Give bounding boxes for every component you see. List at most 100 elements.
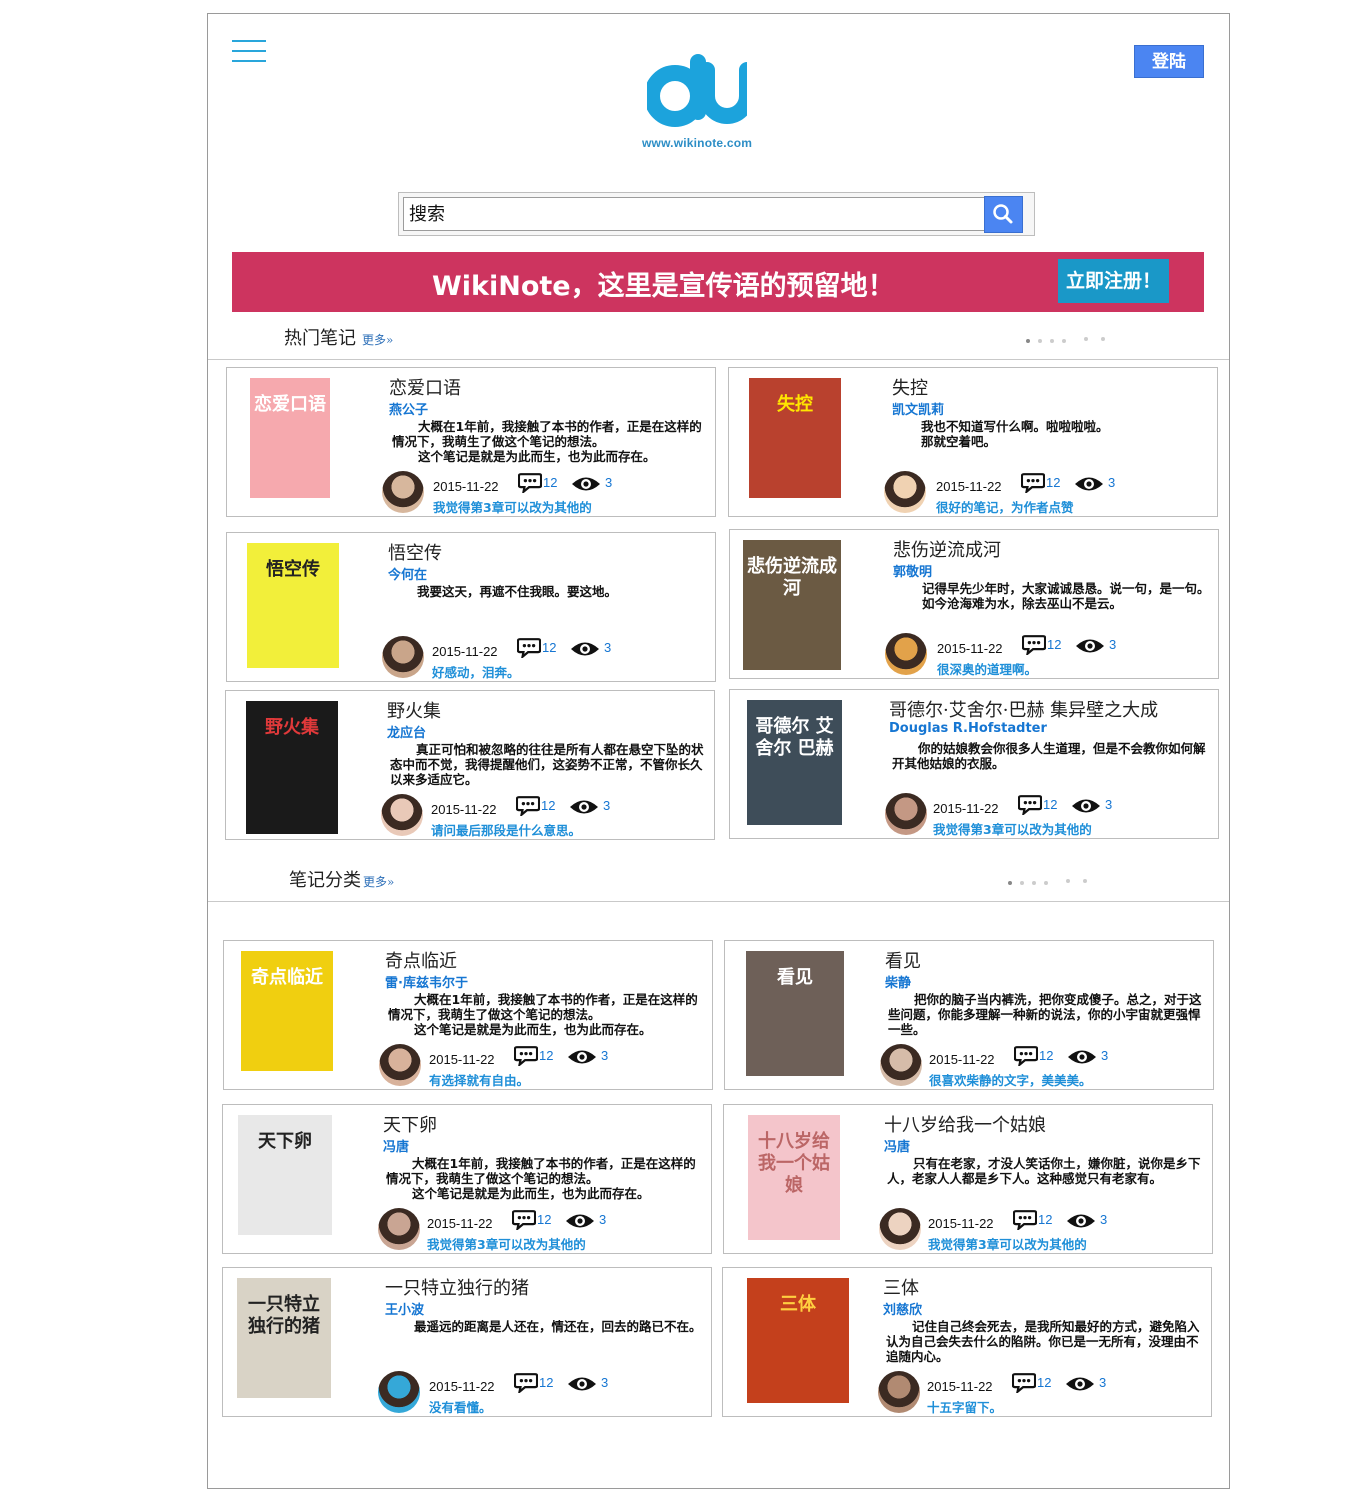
note-title[interactable]: 野火集 [387, 697, 441, 723]
latest-comment[interactable]: 有选择就有自由。 [429, 1070, 529, 1089]
hot-notes-more-link[interactable]: 更多» [362, 333, 393, 347]
logo-url[interactable]: www.wikinote.com [642, 136, 752, 150]
comment-icon[interactable] [1014, 1045, 1038, 1066]
register-button[interactable]: 立即注册！ [1058, 259, 1169, 303]
pager-dot[interactable] [1020, 881, 1024, 885]
note-card[interactable]: 十八岁给我一个姑娘 十八岁给我一个姑娘 冯唐 只有在老家，才没人笑话你土，嫌你脏，说你… [723, 1104, 1213, 1254]
comment-icon[interactable] [517, 637, 541, 658]
pager-dot[interactable] [1008, 881, 1012, 885]
note-title[interactable]: 奇点临近 [385, 947, 457, 973]
logo[interactable]: www.wikinote.com [642, 52, 755, 162]
comment-icon[interactable] [514, 1045, 538, 1066]
note-author[interactable]: Douglas R.Hofstadter [889, 721, 1047, 736]
comment-icon[interactable] [1021, 472, 1045, 493]
user-avatar[interactable] [382, 471, 424, 513]
book-cover-image[interactable]: 看见 [746, 951, 844, 1076]
note-author[interactable]: 雷·库兹韦尔于 [385, 972, 468, 991]
note-author[interactable]: 龙应台 [387, 722, 426, 741]
latest-comment[interactable]: 没有看懂。 [429, 1397, 492, 1416]
latest-comment[interactable]: 很喜欢柴静的文字，美美美。 [929, 1070, 1092, 1089]
next-arrow-icon[interactable]: › [1101, 336, 1106, 353]
book-cover-image[interactable]: 一只特立独行的猪 [237, 1278, 331, 1398]
note-title[interactable]: 哥德尔·艾舍尔·巴赫 集异壁之大成 [889, 696, 1158, 722]
comment-icon[interactable] [518, 472, 542, 493]
search-button[interactable] [984, 196, 1023, 233]
note-card[interactable]: 奇点临近 奇点临近 雷·库兹韦尔于 大概在1年前，我接触了本书的作者，正是在这样的情况… [223, 940, 713, 1090]
book-cover-image[interactable]: 悟空传 [247, 543, 339, 668]
note-card[interactable]: 野火集 野火集 龙应台 真正可怕和被忽略的往往是所有人都在悬空下坠的状态中而不觉，我得… [225, 690, 715, 840]
note-author[interactable]: 王小波 [385, 1299, 424, 1318]
book-cover-image[interactable]: 十八岁给我一个姑娘 [748, 1115, 840, 1240]
user-avatar[interactable] [879, 1208, 921, 1250]
pager-dot[interactable] [1032, 881, 1036, 885]
book-cover-image[interactable]: 三体 [747, 1278, 849, 1403]
note-author[interactable]: 冯唐 [383, 1136, 409, 1155]
prev-arrow-icon[interactable]: ‹ [1084, 336, 1089, 353]
note-card[interactable]: 哥德尔 艾舍尔 巴赫 哥德尔·艾舍尔·巴赫 集异壁之大成 Douglas R.Hof… [729, 689, 1219, 839]
pager-dot[interactable] [1050, 339, 1054, 343]
note-card[interactable]: 恋爱口语 恋爱口语 燕公子 大概在1年前，我接触了本书的作者，正是在这样的情况下，我萌… [226, 367, 716, 517]
note-author[interactable]: 凯文凯莉 [892, 399, 944, 418]
user-avatar[interactable] [878, 1371, 920, 1413]
note-card[interactable]: 天下卵 天下卵 冯唐 大概在1年前，我接触了本书的作者，正是在这样的情况下，我萌生了做… [222, 1104, 712, 1254]
note-author[interactable]: 柴静 [885, 972, 911, 991]
note-card[interactable]: 失控 失控 凯文凯莉 我也不知道写什么啊。啦啦啦啦。 那就空着吧。 2015-11-22 1… [728, 367, 1218, 517]
latest-comment[interactable]: 我觉得第3章可以改为其他的 [933, 819, 1092, 838]
user-avatar[interactable] [381, 794, 423, 836]
pager-dot[interactable] [1038, 339, 1042, 343]
note-card[interactable]: 看见 看见 柴静 把你的脑子当内裤洗，把你变成傻子。总之，对于这些问题，你能多理解一种… [724, 940, 1214, 1090]
note-card[interactable]: 悟空传 悟空传 今何在 我要这天，再遮不住我眼。要这地。 2015-11-22 12 3 好感… [226, 532, 716, 682]
comment-icon[interactable] [1012, 1372, 1036, 1393]
note-author[interactable]: 今何在 [388, 564, 427, 583]
next-arrow-icon[interactable]: › [1083, 878, 1088, 895]
prev-arrow-icon[interactable]: ‹ [1066, 878, 1071, 895]
note-author[interactable]: 冯唐 [884, 1136, 910, 1155]
comment-icon[interactable] [1022, 634, 1046, 655]
note-title[interactable]: 十八岁给我一个姑娘 [884, 1111, 1046, 1137]
note-author[interactable]: 刘慈欣 [883, 1299, 922, 1318]
hamburger-menu-icon[interactable] [232, 38, 266, 64]
pager-dot[interactable] [1044, 881, 1048, 885]
latest-comment[interactable]: 请问最后那段是什么意思。 [431, 820, 581, 839]
book-cover-image[interactable]: 天下卵 [238, 1115, 332, 1235]
note-title[interactable]: 一只特立独行的猪 [385, 1274, 529, 1300]
latest-comment[interactable]: 十五字留下。 [927, 1397, 1002, 1416]
note-card[interactable]: 悲伤逆流成河 悲伤逆流成河 郭敬明 记得早先少年时，大家诚诚恳恳。说一句，是一句。 如今… [729, 529, 1219, 679]
book-cover-image[interactable]: 哥德尔 艾舍尔 巴赫 [747, 700, 842, 825]
search-input[interactable] [403, 197, 985, 231]
note-title[interactable]: 悟空传 [388, 539, 442, 565]
user-avatar[interactable] [378, 1371, 420, 1413]
comment-icon[interactable] [1013, 1209, 1037, 1230]
note-author[interactable]: 燕公子 [389, 399, 428, 418]
book-cover-image[interactable]: 野火集 [246, 701, 338, 834]
comment-icon[interactable] [514, 1372, 538, 1393]
latest-comment[interactable]: 我觉得第3章可以改为其他的 [427, 1234, 586, 1253]
pager-dot[interactable] [1062, 339, 1066, 343]
user-avatar[interactable] [885, 793, 927, 835]
user-avatar[interactable] [885, 633, 927, 675]
pager-dot[interactable] [1026, 339, 1030, 343]
book-cover-image[interactable]: 恋爱口语 [250, 378, 330, 498]
note-title[interactable]: 看见 [885, 947, 921, 973]
note-card[interactable]: 一只特立独行的猪 一只特立独行的猪 王小波 最遥远的距离是人还在，情还在，回去的路已不… [222, 1267, 712, 1417]
note-title[interactable]: 悲伤逆流成河 [893, 536, 1001, 562]
note-card[interactable]: 三体 三体 刘慈欣 记住自己终会死去，是我所知最好的方式，避免陷入认为自己会失去什么的… [722, 1267, 1212, 1417]
user-avatar[interactable] [378, 1208, 420, 1250]
latest-comment[interactable]: 好感动，泪奔。 [432, 662, 520, 681]
user-avatar[interactable] [379, 1044, 421, 1086]
latest-comment[interactable]: 我觉得第3章可以改为其他的 [433, 497, 592, 516]
note-title[interactable]: 失控 [892, 374, 928, 400]
note-title[interactable]: 三体 [883, 1274, 919, 1300]
latest-comment[interactable]: 我觉得第3章可以改为其他的 [928, 1234, 1087, 1253]
comment-icon[interactable] [516, 795, 540, 816]
book-cover-image[interactable]: 奇点临近 [241, 951, 333, 1071]
latest-comment[interactable]: 很好的笔记，为作者点赞 [936, 497, 1074, 516]
book-cover-image[interactable]: 失控 [749, 378, 841, 498]
user-avatar[interactable] [884, 471, 926, 513]
comment-icon[interactable] [512, 1209, 536, 1230]
note-author[interactable]: 郭敬明 [893, 561, 932, 580]
note-title[interactable]: 天下卵 [383, 1111, 437, 1137]
book-cover-image[interactable]: 悲伤逆流成河 [743, 540, 841, 670]
comment-icon[interactable] [1018, 794, 1042, 815]
note-title[interactable]: 恋爱口语 [389, 374, 461, 400]
